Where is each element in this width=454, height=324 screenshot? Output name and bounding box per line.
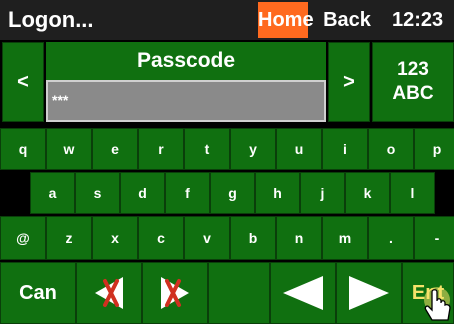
key-label: x — [111, 230, 119, 246]
key-label: t — [204, 141, 210, 157]
key-c[interactable]: c — [138, 216, 184, 260]
prev-field-button[interactable]: < — [2, 42, 44, 122]
key-label: y — [249, 141, 257, 157]
key-b[interactable]: b — [230, 216, 276, 260]
key-label: p — [432, 141, 442, 157]
key-label: r — [158, 141, 164, 157]
key-label: f — [185, 185, 190, 201]
key-f[interactable]: f — [165, 172, 210, 214]
key-label: c — [157, 230, 165, 246]
key-label: s — [93, 185, 102, 201]
arrow-right-icon — [349, 276, 389, 310]
mode-label-alpha: ABC — [392, 83, 434, 104]
cursor-left-button[interactable] — [270, 262, 336, 324]
key-label: i — [343, 141, 347, 157]
key-g[interactable]: g — [210, 172, 255, 214]
key-label: v — [203, 230, 211, 246]
key-label: a — [48, 185, 57, 201]
key-s[interactable]: s — [75, 172, 120, 214]
key-label: k — [363, 185, 372, 201]
key--[interactable]: - — [414, 216, 454, 260]
cancel-button[interactable]: Can — [0, 262, 76, 324]
key-a[interactable]: a — [30, 172, 75, 214]
delete-right-icon — [161, 277, 189, 309]
key-r[interactable]: r — [138, 128, 184, 170]
key-i[interactable]: i — [322, 128, 368, 170]
hand-pointer-icon — [424, 287, 451, 321]
passcode-value: *** — [52, 92, 69, 108]
key-k[interactable]: k — [345, 172, 390, 214]
delete-left-icon — [95, 277, 123, 309]
key-label: - — [434, 230, 440, 246]
next-field-button[interactable]: > — [328, 42, 370, 122]
key-label: o — [386, 141, 396, 157]
key-t[interactable]: t — [184, 128, 230, 170]
key-label: w — [63, 141, 75, 157]
key-l[interactable]: l — [390, 172, 435, 214]
delete-left-button[interactable] — [76, 262, 142, 324]
prev-field-label: < — [17, 70, 29, 93]
key-label: g — [228, 185, 237, 201]
key-z[interactable]: z — [46, 216, 92, 260]
back-button[interactable]: Back — [314, 2, 380, 38]
key-.[interactable]: . — [368, 216, 414, 260]
space-key[interactable] — [208, 262, 270, 324]
key-@[interactable]: @ — [0, 216, 46, 260]
key-w[interactable]: w — [46, 128, 92, 170]
key-label: z — [65, 230, 73, 246]
app-title: Logon... — [8, 7, 94, 32]
key-e[interactable]: e — [92, 128, 138, 170]
arrow-left-icon — [283, 276, 323, 310]
key-x[interactable]: x — [92, 216, 138, 260]
key-p[interactable]: p — [414, 128, 454, 170]
key-label: l — [410, 185, 415, 201]
key-label: b — [248, 230, 258, 246]
cursor-right-button[interactable] — [336, 262, 402, 324]
key-label: j — [320, 185, 325, 201]
key-label: e — [111, 141, 119, 157]
key-y[interactable]: y — [230, 128, 276, 170]
key-v[interactable]: v — [184, 216, 230, 260]
key-label: . — [389, 230, 393, 246]
key-label: u — [294, 141, 304, 157]
home-button[interactable]: Home — [258, 2, 314, 38]
key-o[interactable]: o — [368, 128, 414, 170]
input-mode-toggle[interactable]: 123 ABC — [372, 42, 454, 122]
key-q[interactable]: q — [0, 128, 46, 170]
key-label: @ — [16, 230, 30, 246]
key-m[interactable]: m — [322, 216, 368, 260]
cancel-label: Can — [19, 281, 57, 304]
clock: 12:23 — [392, 9, 444, 31]
key-label: n — [294, 230, 304, 246]
next-field-label: > — [343, 70, 355, 93]
key-j[interactable]: j — [300, 172, 345, 214]
key-label: h — [273, 185, 282, 201]
passcode-label: Passcode — [46, 42, 326, 80]
mode-label-numeric: 123 — [397, 59, 429, 80]
key-label: q — [18, 141, 28, 157]
key-u[interactable]: u — [276, 128, 322, 170]
passcode-input[interactable]: *** — [46, 80, 326, 122]
key-d[interactable]: d — [120, 172, 165, 214]
key-n[interactable]: n — [276, 216, 322, 260]
key-label: d — [138, 185, 147, 201]
key-h[interactable]: h — [255, 172, 300, 214]
delete-right-button[interactable] — [142, 262, 208, 324]
key-label: m — [338, 230, 352, 246]
